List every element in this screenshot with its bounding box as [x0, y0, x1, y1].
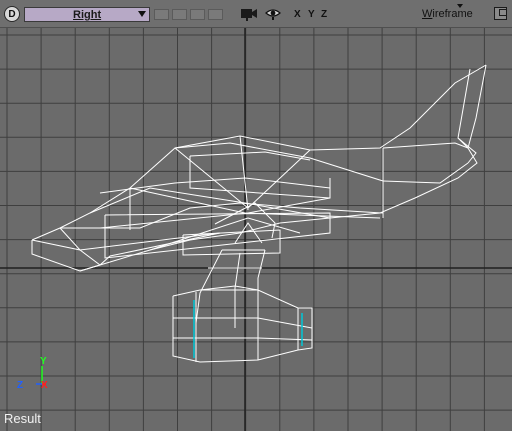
layer-slot[interactable] — [190, 9, 205, 20]
layer-slot[interactable] — [154, 9, 169, 20]
viewport-window: D Right X Y Z Wireframe Y Z X Result — [0, 0, 512, 431]
axis-z-label: Z — [17, 380, 23, 391]
axis-x-label: X — [41, 380, 48, 391]
viewport-canvas[interactable]: Y Z X — [0, 28, 512, 431]
axis-x-button[interactable]: X — [294, 9, 301, 20]
view-label: Right — [73, 9, 102, 21]
eye-icon[interactable] — [265, 7, 281, 21]
shading-mode-button[interactable]: Wireframe — [422, 8, 473, 21]
layer-slot[interactable] — [208, 9, 223, 20]
axis-y-label: Y — [40, 356, 47, 367]
camera-icon[interactable] — [240, 6, 258, 22]
viewport-menu-button[interactable]: D — [4, 6, 20, 22]
status-label: Result — [4, 411, 41, 426]
axis-gizmo: Y Z X — [17, 356, 48, 391]
viewport-toolbar: D Right X Y Z Wireframe — [0, 0, 512, 28]
dropdown-arrow-icon — [138, 11, 146, 17]
view-dropdown[interactable]: Right — [24, 7, 150, 22]
layer-slot[interactable] — [172, 9, 187, 20]
wireframe-model — [31, 64, 487, 363]
highlight-edges — [193, 300, 303, 358]
axis-z-button[interactable]: Z — [321, 9, 327, 20]
maximize-icon[interactable] — [494, 7, 507, 20]
axis-y-button[interactable]: Y — [308, 9, 315, 20]
